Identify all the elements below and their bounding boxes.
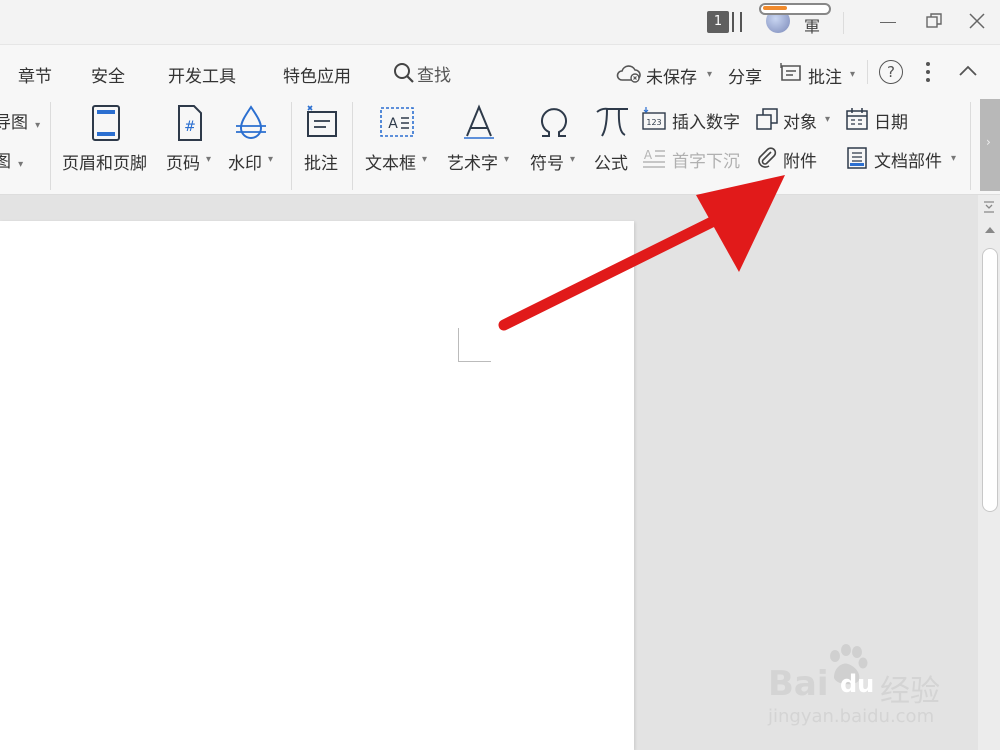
comment-icon <box>780 63 801 81</box>
title-bar <box>0 0 1000 44</box>
scrollbar-thumb[interactable] <box>982 248 998 512</box>
restore-icon[interactable] <box>925 12 943 30</box>
annotation-arrow <box>498 175 785 331</box>
document-parts-button[interactable]: 文档部件 ▾ <box>845 145 963 172</box>
svg-text:123: 123 <box>646 118 661 127</box>
chevron-down-icon: ▾ <box>18 159 24 170</box>
page-number-button[interactable]: # 页码 ▾ <box>166 104 216 174</box>
calendar-icon <box>846 108 868 130</box>
help-icon[interactable]: ? <box>879 60 903 84</box>
chevron-down-icon: ▾ <box>422 154 428 165</box>
ribbon-divider <box>291 102 292 190</box>
chevron-right-icon: › <box>986 135 991 149</box>
omega-icon <box>541 108 567 137</box>
ribbon-divider <box>970 102 971 190</box>
comment-button[interactable]: 批注 <box>304 104 344 174</box>
chevron-down-icon: ▾ <box>850 69 856 80</box>
date-button[interactable]: 日期 <box>845 106 925 133</box>
more-options-icon[interactable] <box>926 60 932 84</box>
user-name[interactable]: 軍 <box>804 13 820 37</box>
chevron-down-icon: ▾ <box>570 154 576 165</box>
mindmap-button-partial[interactable]: 导图 ▾ <box>0 108 40 133</box>
chevron-down-icon: ▾ <box>504 154 510 165</box>
textbox-icon: A <box>380 107 414 137</box>
window-count-badge[interactable]: 1 <box>707 11 729 33</box>
header-footer-button[interactable]: 页眉和页脚 <box>62 104 152 174</box>
formula-button[interactable]: 公式 <box>594 104 634 174</box>
svg-text:#: # <box>184 119 196 135</box>
menu-divider <box>867 60 868 84</box>
close-icon[interactable] <box>968 12 986 30</box>
wordart-button[interactable]: 艺术字 ▾ <box>447 104 513 174</box>
watermark-button[interactable]: 水印 ▾ <box>228 104 278 174</box>
split-view-icon[interactable] <box>983 200 995 214</box>
titlebar-divider <box>843 12 844 34</box>
document-parts-icon <box>847 147 867 169</box>
ribbon-scroll-right-button[interactable]: › <box>980 99 1000 191</box>
ribbon-divider <box>50 102 51 190</box>
insert-number-icon: 123 <box>642 107 666 130</box>
insert-number-button[interactable]: 123 插入数字 <box>642 106 747 133</box>
tab-features[interactable]: 特色应用 <box>283 62 351 87</box>
chevron-down-icon: ▾ <box>35 120 41 131</box>
header-footer-icon <box>92 105 120 141</box>
margin-corner-mark <box>458 328 491 362</box>
svg-text:A: A <box>388 116 398 132</box>
wordart-icon <box>464 104 494 139</box>
minimize-icon[interactable] <box>880 22 896 23</box>
tab-developer[interactable]: 开发工具 <box>168 62 236 87</box>
save-status[interactable]: 未保存 ▾ <box>616 60 716 88</box>
tab-chapter[interactable]: 章节 <box>18 62 52 87</box>
chevron-down-icon: ▾ <box>825 114 831 125</box>
svg-text:A: A <box>644 148 653 162</box>
page-number-icon: # <box>178 105 202 141</box>
window-switch-icon[interactable] <box>732 12 742 32</box>
symbol-button[interactable]: 符号 ▾ <box>530 104 580 174</box>
ribbon-divider <box>352 102 353 190</box>
object-button[interactable]: 对象 ▾ <box>755 106 835 133</box>
tab-security[interactable]: 安全 <box>91 62 125 87</box>
collapse-ribbon-icon[interactable] <box>958 62 978 80</box>
cloud-icon <box>616 65 641 83</box>
chevron-down-icon: ▾ <box>707 69 713 80</box>
user-badge <box>759 3 831 15</box>
pi-icon <box>596 107 628 137</box>
chart-button-partial[interactable]: 图 ▾ <box>0 147 23 172</box>
chevron-down-icon: ▾ <box>268 154 274 165</box>
watermark-icon <box>236 105 266 139</box>
textbox-button[interactable]: A 文本框 ▾ <box>365 104 431 174</box>
comment-menu-button[interactable]: 批注 ▾ <box>779 60 859 88</box>
chevron-down-icon: ▾ <box>206 154 212 165</box>
baidu-jingyan-watermark: Bai du 经验 jingyan.baidu.com <box>768 642 968 732</box>
search-icon <box>394 63 414 83</box>
share-button[interactable]: 分享 <box>728 63 762 88</box>
chevron-down-icon: ▾ <box>951 153 957 164</box>
scroll-up-icon[interactable] <box>985 227 995 233</box>
object-icon <box>756 108 778 130</box>
comment-icon <box>307 105 337 137</box>
